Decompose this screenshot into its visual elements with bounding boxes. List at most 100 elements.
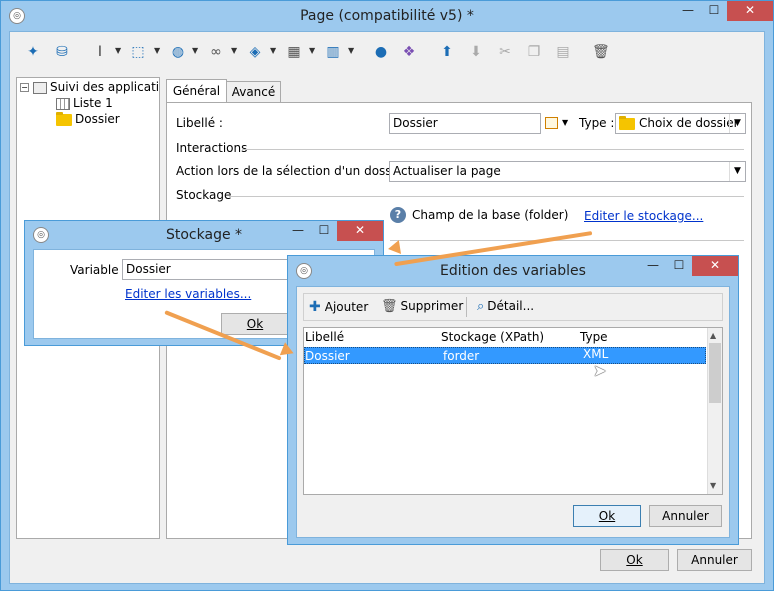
chevron-down-icon[interactable]: ▼ xyxy=(348,46,354,55)
edition-title: Edition des variables xyxy=(440,263,586,279)
maximize-button[interactable]: ☐ xyxy=(666,256,692,276)
tree-root-label: Suivi des applications xyxy=(50,80,159,94)
app-icon: ◎ xyxy=(33,227,49,243)
bottom-divider xyxy=(390,240,744,241)
add-component-icon[interactable]: ❖ xyxy=(401,44,417,60)
trash-icon: 🗑 xyxy=(381,299,398,314)
maximize-button[interactable]: ☐ xyxy=(311,221,337,241)
app-icon: ◎ xyxy=(9,8,25,24)
stockage-ok-button[interactable]: Ok xyxy=(221,313,289,335)
editer-variables-link[interactable]: Editer les variables... xyxy=(125,287,251,301)
column-header[interactable]: Libellé xyxy=(305,330,344,344)
globe-icon[interactable]: ◍ xyxy=(170,44,186,60)
help-icon: ? xyxy=(390,207,406,223)
delete-icon[interactable]: 🗑 xyxy=(592,44,610,60)
type-select[interactable]: Choix de dossier ▼ xyxy=(615,113,746,134)
type-value: Choix de dossier xyxy=(639,116,739,130)
ok-label: Ok xyxy=(598,509,616,523)
edition-annuler-button[interactable]: Annuler xyxy=(649,505,722,527)
table-row[interactable] xyxy=(304,347,706,364)
chevron-down-icon[interactable]: ▼ xyxy=(231,46,237,55)
ajouter-label: Ajouter xyxy=(324,300,369,314)
cut-icon[interactable]: ✂ xyxy=(497,44,513,60)
link-icon[interactable]: ∞ xyxy=(208,44,224,60)
close-button[interactable]: ✕ xyxy=(692,256,738,276)
mouse-cursor-icon: ➤ xyxy=(593,361,607,380)
stockage-titlebar: ◎ Stockage * — ☐ ✕ xyxy=(25,221,383,249)
person-icon[interactable]: ● xyxy=(373,44,389,60)
annuler-label: Annuler xyxy=(691,553,738,567)
page-icon xyxy=(33,81,47,94)
paste-icon[interactable]: ▤ xyxy=(555,44,571,60)
annuler-label: Annuler xyxy=(662,509,709,523)
chevron-down-icon[interactable]: ▼ xyxy=(729,114,745,133)
tab-avance[interactable]: Avancé xyxy=(226,81,281,103)
scroll-up-icon[interactable]: ▲ xyxy=(710,331,716,340)
scroll-thumb[interactable] xyxy=(709,343,721,403)
minimize-button[interactable]: — xyxy=(640,256,666,276)
arrow-down-icon[interactable]: ⬇ xyxy=(468,44,484,60)
detail-label: Détail... xyxy=(487,299,535,313)
scroll-down-icon[interactable]: ▼ xyxy=(710,481,716,490)
tree-item-liste[interactable]: Liste 1 xyxy=(56,96,113,110)
arrow-up-icon[interactable]: ⬆ xyxy=(439,44,455,60)
chevron-down-icon[interactable]: ▼ xyxy=(729,162,745,181)
toolbar-divider xyxy=(466,297,467,317)
minimize-button[interactable]: — xyxy=(285,221,311,241)
chevron-down-icon[interactable]: ▼ xyxy=(270,46,276,55)
edition-titlebar: ◎ Edition des variables — ☐ ✕ xyxy=(288,256,738,286)
chevron-down-icon[interactable]: ▼ xyxy=(192,46,198,55)
ajouter-button[interactable]: ✚ Ajouter xyxy=(309,299,368,315)
main-ok-button[interactable]: Ok xyxy=(600,549,669,571)
grid-icon xyxy=(56,97,70,110)
search-icon: ⌕ xyxy=(477,299,485,314)
action-value: Actualiser la page xyxy=(393,164,501,178)
text-cursor-icon[interactable]: Ⅰ xyxy=(92,44,108,60)
supprimer-button[interactable]: 🗑 Supprimer xyxy=(381,299,463,314)
grid-icon[interactable]: ▦ xyxy=(286,44,302,60)
collapse-icon[interactable]: − xyxy=(20,83,29,92)
database-icon[interactable]: ⛁ xyxy=(54,44,70,60)
cube-icon[interactable]: ◈ xyxy=(247,44,263,60)
stockage-label: Stockage xyxy=(176,188,232,202)
editer-stockage-link[interactable]: Editer le stockage... xyxy=(584,209,703,223)
main-titlebar: ◎ Page (compatibilité v5) * — ☐ ✕ xyxy=(1,1,773,31)
libelle-input[interactable]: Dossier xyxy=(389,113,541,134)
tree-item-dossier[interactable]: Dossier xyxy=(56,111,120,126)
tree-item-label: Dossier xyxy=(75,112,120,126)
folder-icon xyxy=(56,111,72,126)
chevron-down-icon[interactable]: ▼ xyxy=(115,46,121,55)
interactions-label: Interactions xyxy=(176,141,248,155)
columns-icon[interactable]: ▥ xyxy=(325,44,341,60)
action-select[interactable]: Actualiser la page ▼ xyxy=(389,161,746,182)
main-annuler-button[interactable]: Annuler xyxy=(677,549,752,571)
chevron-down-icon[interactable]: ▼ xyxy=(309,46,315,55)
folder-icon xyxy=(619,115,635,130)
column-header[interactable]: Type xyxy=(580,330,608,344)
close-button[interactable]: ✕ xyxy=(727,1,773,21)
edition-ok-button[interactable]: Ok xyxy=(573,505,641,527)
tree-root[interactable]: − Suivi des applications xyxy=(20,80,159,94)
champ-label: Champ de la base (folder) xyxy=(412,208,569,222)
detail-button[interactable]: ⌕ Détail... xyxy=(477,299,534,314)
wand-icon[interactable]: ✦ xyxy=(25,44,41,60)
cursor-add-icon[interactable]: ⬚ xyxy=(130,44,146,60)
tab-general[interactable]: Général xyxy=(166,79,227,103)
tree-item-label: Liste 1 xyxy=(73,96,113,110)
chevron-down-icon[interactable]: ▼ xyxy=(154,46,160,55)
main-title: Page (compatibilité v5) * xyxy=(300,8,474,24)
app-icon: ◎ xyxy=(296,263,312,279)
minimize-button[interactable]: — xyxy=(675,1,701,21)
chevron-down-icon[interactable]: ▼ xyxy=(562,118,568,127)
calendar-icon[interactable] xyxy=(545,117,558,129)
stockage-title: Stockage * xyxy=(165,227,243,243)
stockage-divider xyxy=(229,196,744,197)
table-cell: XML xyxy=(583,347,609,361)
copy-icon[interactable]: ❐ xyxy=(526,44,542,60)
add-icon: ✚ xyxy=(309,299,321,315)
close-button[interactable]: ✕ xyxy=(337,221,383,241)
tab-label: Général xyxy=(172,84,221,98)
column-header[interactable]: Stockage (XPath) xyxy=(441,330,544,344)
maximize-button[interactable]: ☐ xyxy=(701,1,727,21)
interactions-divider xyxy=(242,149,744,150)
